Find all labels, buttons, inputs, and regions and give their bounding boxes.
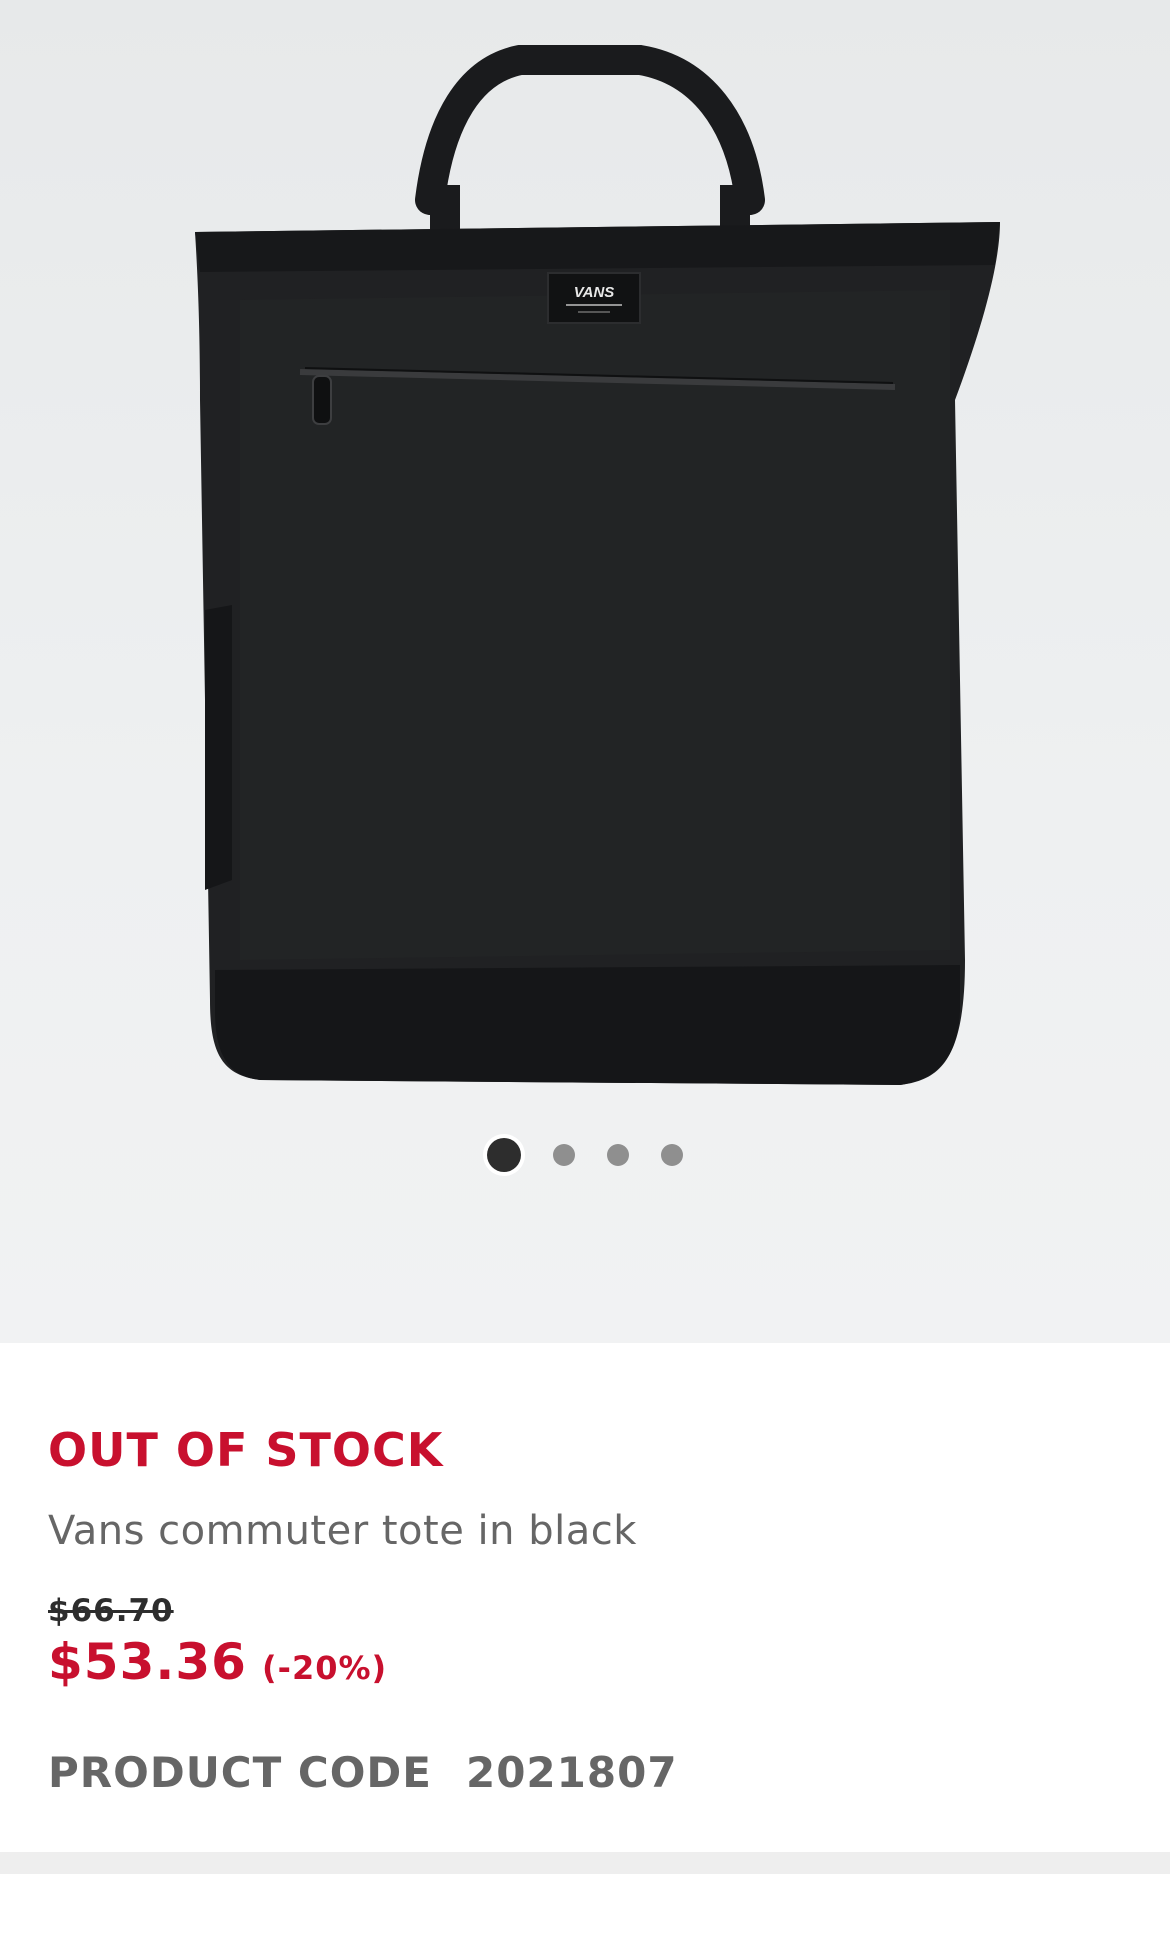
- gallery-pagination: [0, 1135, 1170, 1175]
- discount-percent: (-20%): [262, 1649, 388, 1687]
- product-code-value: 2021807: [465, 1748, 678, 1797]
- gallery-dot-4[interactable]: [661, 1144, 683, 1166]
- gallery-dot-1[interactable]: [487, 1138, 521, 1172]
- product-title: Vans commuter tote in black: [48, 1508, 637, 1554]
- sale-price: $53.36: [48, 1633, 247, 1691]
- stock-status: OUT OF STOCK: [48, 1423, 444, 1477]
- original-price: $66.70: [48, 1593, 174, 1629]
- gallery-dot-2[interactable]: [553, 1144, 575, 1166]
- product-image-gallery[interactable]: VANS: [0, 0, 1170, 1343]
- product-code: PRODUCT CODE 2021807: [48, 1748, 678, 1797]
- product-code-label: PRODUCT CODE: [48, 1748, 432, 1797]
- price-row: $53.36 (-20%): [48, 1633, 387, 1691]
- brand-logo-text: VANS: [574, 284, 615, 301]
- section-divider: [0, 1852, 1170, 1874]
- gallery-dot-3[interactable]: [607, 1144, 629, 1166]
